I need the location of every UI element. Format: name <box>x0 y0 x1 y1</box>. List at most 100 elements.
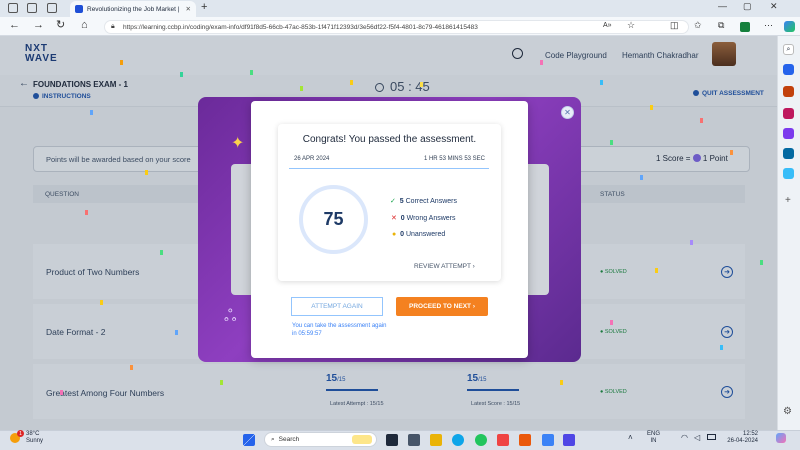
favorites-icon[interactable]: ✩ <box>694 21 702 30</box>
score-a-total: /15 <box>337 377 346 383</box>
table-row[interactable]: Greatest Among Four Numbers 15/15 Latest… <box>33 364 745 419</box>
widgets-icon[interactable] <box>408 434 420 446</box>
wrong-label: Wrong Answers <box>406 215 456 222</box>
col-status: STATUS <box>600 191 625 198</box>
home-icon[interactable]: ⌂ <box>81 20 88 31</box>
language-indicator[interactable]: ENG IN <box>647 431 660 445</box>
split-screen-icon[interactable]: ◫ <box>670 21 679 30</box>
wifi-icon[interactable]: ◠ <box>681 433 688 442</box>
open-question-arrow-icon[interactable]: ➜ <box>721 266 733 278</box>
settings-more-icon[interactable]: ⋯ <box>764 21 773 30</box>
avatar[interactable] <box>712 42 736 66</box>
back-icon[interactable]: ← <box>9 20 20 31</box>
retake-note: You can take the assessment again in 05:… <box>292 323 387 337</box>
correct-count: 5 <box>399 198 404 205</box>
swirl-icon: ஃ <box>224 308 237 325</box>
new-tab-icon[interactable]: + <box>201 2 207 13</box>
forward-icon[interactable]: → <box>33 20 44 31</box>
battery-icon[interactable] <box>707 434 716 440</box>
file-explorer-icon[interactable] <box>430 434 442 446</box>
score-b-bar <box>467 389 519 391</box>
mcafee-icon[interactable] <box>497 434 509 446</box>
close-tab-icon[interactable]: ✕ <box>186 5 191 13</box>
confetti-piece <box>300 86 303 91</box>
confetti-piece <box>540 60 543 65</box>
confetti-piece <box>180 72 183 77</box>
drop-icon[interactable] <box>783 168 794 179</box>
back-arrow-icon[interactable]: ← <box>19 78 29 89</box>
volume-icon[interactable]: ◁ <box>694 433 700 442</box>
user-name[interactable]: Hemanth Chakradhar <box>622 51 698 60</box>
confetti-piece <box>650 105 653 110</box>
col-question: QUESTION <box>45 191 79 198</box>
clock[interactable]: 12:52 26-04-2024 <box>722 431 758 445</box>
favorite-star-icon[interactable]: ☆ <box>627 21 635 30</box>
weather-widget[interactable]: 38°C Sunny <box>26 431 43 445</box>
divider <box>289 168 489 169</box>
tab-actions-icon[interactable] <box>47 3 57 13</box>
office-icon[interactable] <box>519 434 531 446</box>
search-sidebar-icon[interactable]: ⌕ <box>783 44 794 55</box>
latest-attempt: Latest Attempt : 15/15 <box>330 401 384 407</box>
taskbar-search[interactable]: ⌕ Search <box>264 432 377 447</box>
tag-icon[interactable] <box>783 64 794 75</box>
close-window-icon[interactable]: ✕ <box>770 2 778 11</box>
chrome-icon[interactable] <box>475 434 487 446</box>
refresh-icon[interactable]: ↻ <box>56 20 65 31</box>
score-value: 75 <box>323 209 344 229</box>
notification-badge: 1 <box>17 430 24 437</box>
unanswered-label: Unanswered <box>405 231 446 238</box>
lang-1: ENG <box>647 431 661 437</box>
taskbar <box>0 430 800 450</box>
score-b-total: /15 <box>478 377 487 383</box>
correct-answers: ✓ 5 Correct Answers <box>390 197 457 205</box>
confetti-piece <box>700 118 703 123</box>
app-icon[interactable] <box>542 434 554 446</box>
copilot-icon[interactable] <box>784 21 795 32</box>
confetti-piece <box>220 380 223 385</box>
confetti-piece <box>600 80 603 85</box>
code-playground-link[interactable]: Code Playground <box>545 51 607 60</box>
url-field[interactable]: 🔒︎ https://learning.ccbp.in/coding/exam-… <box>104 20 689 34</box>
quit-icon <box>693 90 699 96</box>
add-sidebar-app-icon[interactable]: + <box>785 195 791 206</box>
open-question-arrow-icon[interactable]: ➜ <box>721 326 733 338</box>
attempt-again-button[interactable]: ATTEMPT AGAIN <box>291 297 383 316</box>
dot-icon: ● <box>392 231 397 238</box>
confetti-piece <box>655 268 658 273</box>
cross-icon: ✕ <box>391 215 397 222</box>
proceed-to-next-button[interactable]: PROCEED TO NEXT › <box>396 297 488 316</box>
tools-icon[interactable] <box>783 86 794 97</box>
status-text: SOLVED <box>604 329 627 335</box>
confetti-piece <box>610 140 613 145</box>
open-question-arrow-icon[interactable]: ➜ <box>721 386 733 398</box>
show-hidden-icons-chevron-icon[interactable]: ˄ <box>628 433 633 442</box>
review-attempt-link[interactable]: REVIEW ATTEMPT › <box>414 263 475 270</box>
chevron-right-icon: › <box>472 303 475 310</box>
sidebar-settings-gear-icon[interactable]: ⚙ <box>783 406 792 417</box>
score-rule-end: 1 Point <box>700 154 728 163</box>
unanswered: ● 0 Unanswered <box>392 231 445 238</box>
browser-tab[interactable]: Revolutionizing the Job Market | ✕ <box>70 1 196 17</box>
workspaces-icon[interactable] <box>27 3 37 13</box>
edge-icon[interactable] <box>452 434 464 446</box>
task-view-icon[interactable] <box>386 434 398 446</box>
quit-assessment-button[interactable]: QUIT ASSESSMENT <box>702 90 764 97</box>
status-text: SOLVED <box>604 269 627 275</box>
profile-icon[interactable] <box>8 3 18 13</box>
question-name: Product of Two Numbers <box>46 267 140 277</box>
outlook-icon[interactable] <box>783 148 794 159</box>
minimize-icon[interactable]: — <box>718 2 727 11</box>
copilot-sidebar-icon[interactable] <box>783 128 794 139</box>
close-modal-icon[interactable]: ✕ <box>561 106 574 119</box>
instructions-tab[interactable]: INSTRUCTIONS <box>42 93 91 100</box>
score-a-bar <box>326 389 378 391</box>
windows-start-icon[interactable] <box>243 434 255 446</box>
extension-icon[interactable] <box>740 22 750 32</box>
collections-icon[interactable]: ⧉ <box>718 21 724 30</box>
maximize-icon[interactable]: ▢ <box>743 2 752 11</box>
teams-icon[interactable] <box>563 434 575 446</box>
copilot-taskbar-icon[interactable] <box>776 433 786 443</box>
games-icon[interactable] <box>783 108 794 119</box>
read-aloud-icon[interactable]: A» <box>603 22 612 29</box>
